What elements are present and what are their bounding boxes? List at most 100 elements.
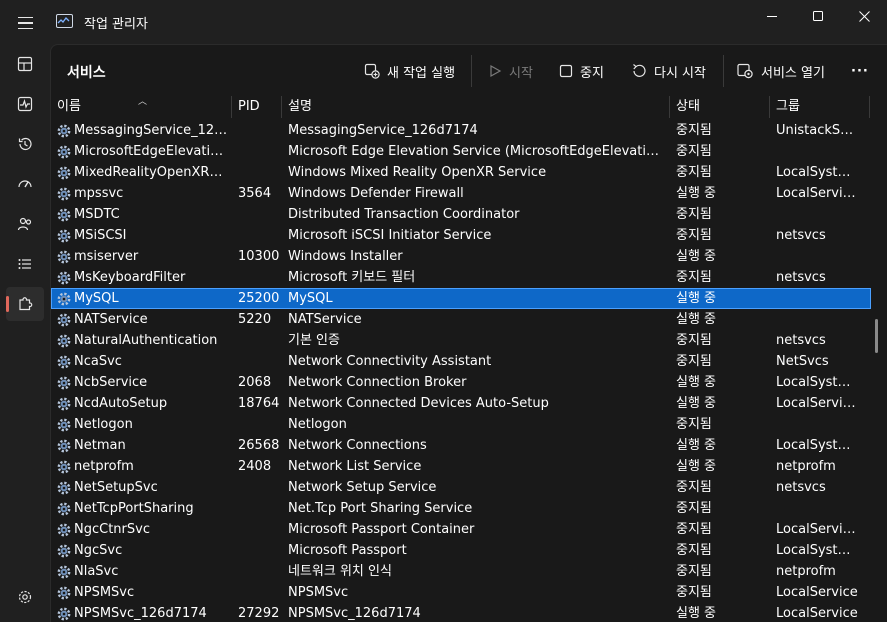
service-gear-icon [57, 460, 71, 474]
service-status-cell: 실행 중 [676, 396, 717, 411]
column-header-group[interactable]: 그룹 [770, 96, 800, 118]
table-row[interactable]: msiserver 10300 Windows Installer 실행 중 [51, 246, 871, 267]
hamburger-menu-icon[interactable] [10, 8, 40, 38]
table-row[interactable]: MixedRealityOpenXRSvc Windows Mixed Reali… [51, 162, 871, 183]
service-group-cell: LocalSystem... [776, 165, 858, 180]
settings-nav-button[interactable] [6, 580, 44, 614]
restart-icon [633, 64, 646, 77]
service-gear-icon [57, 523, 71, 537]
service-group-cell: netsvcs [776, 270, 826, 285]
column-header-pid[interactable]: PID [232, 96, 260, 118]
table-row[interactable]: Netlogon Netlogon 중지됨 [51, 414, 871, 435]
start-service-label: 시작 [509, 65, 533, 81]
service-pid-cell: 27292 [238, 606, 280, 621]
service-description-cell: Network Setup Service [288, 480, 437, 495]
restart-service-button[interactable]: 다시 시작 [631, 59, 706, 83]
table-row[interactable]: NATService 5220 NATService 실행 중 [51, 309, 871, 330]
service-name-cell: NcaSvc [74, 354, 122, 369]
table-row[interactable]: MSDTC Distributed Transaction Coordinator… [51, 204, 871, 225]
services-nav-button[interactable] [6, 287, 44, 321]
table-row[interactable]: NaturalAuthentication 기본 인증 중지됨 netsvcs [51, 330, 871, 351]
service-name-cell: MSiSCSI [74, 228, 127, 243]
table-row[interactable]: MicrosoftEdgeElevationS... Microsoft Edge… [51, 141, 871, 162]
service-icon-cell [56, 372, 72, 393]
maximize-button[interactable] [795, 0, 841, 32]
column-header-name[interactable]: 이름 [51, 96, 81, 118]
open-services-icon [737, 63, 753, 79]
performance-icon [17, 96, 33, 112]
service-icon-cell [56, 456, 72, 477]
service-group-cell [776, 414, 858, 435]
open-services-button[interactable]: 서비스 열기 [737, 59, 825, 83]
table-row[interactable]: NetTcpPortSharing Net.Tcp Port Sharing Se… [51, 498, 871, 519]
table-row[interactable]: mpssvc 3564 Windows Defender Firewall 실행 중 L… [51, 183, 871, 204]
table-row[interactable]: NetSetupSvc Network Setup Service 중지됨 netsv… [51, 477, 871, 498]
service-name-cell: netprofm [74, 459, 134, 474]
table-row[interactable]: netprofm 2408 Network List Service 실행 중 netp… [51, 456, 871, 477]
service-description-cell: NPSMSvc [288, 585, 349, 600]
service-group-cell: netsvcs [776, 228, 826, 243]
table-row[interactable]: Netman 26568 Network Connections 실행 중 LocalS… [51, 435, 871, 456]
table-row[interactable]: NPSMSvc NPSMSvc 중지됨 LocalService [51, 582, 871, 603]
table-row[interactable]: NPSMSvc_126d7174 27292 NPSMSvc_126d7174 실행 … [51, 603, 871, 622]
column-divider[interactable] [869, 96, 870, 118]
service-group-cell: LocalSystem... [776, 375, 858, 390]
service-icon-cell [56, 309, 72, 330]
service-icon-cell [56, 246, 72, 267]
column-header-status[interactable]: 상태 [670, 96, 700, 118]
table-row[interactable]: MSiSCSI Microsoft iSCSI Initiator Service… [51, 225, 871, 246]
service-status-cell: 중지됨 [676, 165, 712, 180]
app-history-nav-button[interactable] [6, 127, 44, 161]
users-icon [17, 217, 32, 231]
service-group-cell: netsvcs [776, 333, 826, 348]
service-icon-cell [56, 288, 72, 309]
table-row[interactable]: NcaSvc Network Connectivity Assistant 중지됨 N… [51, 351, 871, 372]
service-icon-cell [56, 120, 72, 141]
start-service-button[interactable]: 시작 [488, 59, 533, 83]
stop-service-button[interactable]: 중지 [559, 59, 604, 83]
close-button[interactable] [841, 0, 887, 32]
table-row[interactable]: NcdAutoSetup 18764 Network Connected Devic… [51, 393, 871, 414]
service-icon-cell [56, 225, 72, 246]
service-description-cell: Network Connectivity Assistant [288, 354, 492, 369]
table-row[interactable]: MsKeyboardFilter Microsoft 키보드 필터 중지됨 netsv… [51, 267, 871, 288]
run-new-task-button[interactable]: 새 작업 실행 [364, 59, 455, 83]
service-description-cell: Microsoft Passport [288, 543, 407, 558]
users-nav-button[interactable] [6, 207, 44, 241]
table-row[interactable]: NlaSvc 네트워크 위치 인식 중지됨 netprofm [51, 561, 871, 582]
column-header-description[interactable]: 설명 [282, 96, 312, 118]
vertical-scrollbar-thumb[interactable] [875, 319, 878, 353]
service-pid-cell [238, 351, 282, 372]
service-description-cell: Microsoft iSCSI Initiator Service [288, 228, 492, 243]
table-row[interactable]: NgcSvc Microsoft Passport 중지됨 LocalSystem..… [51, 540, 871, 561]
service-pid-cell [238, 519, 282, 540]
service-group-cell: netprofm [776, 459, 836, 474]
service-gear-icon [57, 292, 71, 306]
service-pid-cell [238, 141, 282, 162]
service-description-cell: Microsoft 키보드 필터 [288, 270, 416, 285]
open-services-label: 서비스 열기 [761, 65, 825, 81]
service-status-cell: 중지됨 [676, 564, 712, 579]
processes-nav-button[interactable] [6, 47, 44, 81]
details-nav-button[interactable] [6, 247, 44, 281]
service-description-cell: Microsoft Passport Container [288, 522, 475, 537]
table-row[interactable]: MySQL 25200 MySQL 실행 중 [51, 288, 871, 309]
service-gear-icon [57, 250, 71, 264]
table-row[interactable]: NgcCtnrSvc Microsoft Passport Container 중지… [51, 519, 871, 540]
service-group-cell [776, 309, 858, 330]
performance-nav-button[interactable] [6, 87, 44, 121]
close-icon [858, 10, 870, 22]
service-pid-cell: 25200 [238, 291, 280, 306]
table-row[interactable]: MessagingService_126d... MessagingService… [51, 120, 871, 141]
service-status-cell: 중지됨 [676, 333, 712, 348]
service-pid-cell: 10300 [238, 249, 280, 264]
table-row[interactable]: NcbService 2068 Network Connection Broker 실… [51, 372, 871, 393]
startup-apps-nav-button[interactable] [6, 167, 44, 201]
service-group-cell [776, 141, 858, 162]
page-title: 서비스 [67, 65, 106, 81]
more-options-button[interactable]: ··· [851, 59, 869, 83]
service-group-cell [776, 288, 858, 309]
service-icon-cell [56, 519, 72, 540]
service-icon-cell [56, 204, 72, 225]
minimize-button[interactable] [749, 0, 795, 32]
